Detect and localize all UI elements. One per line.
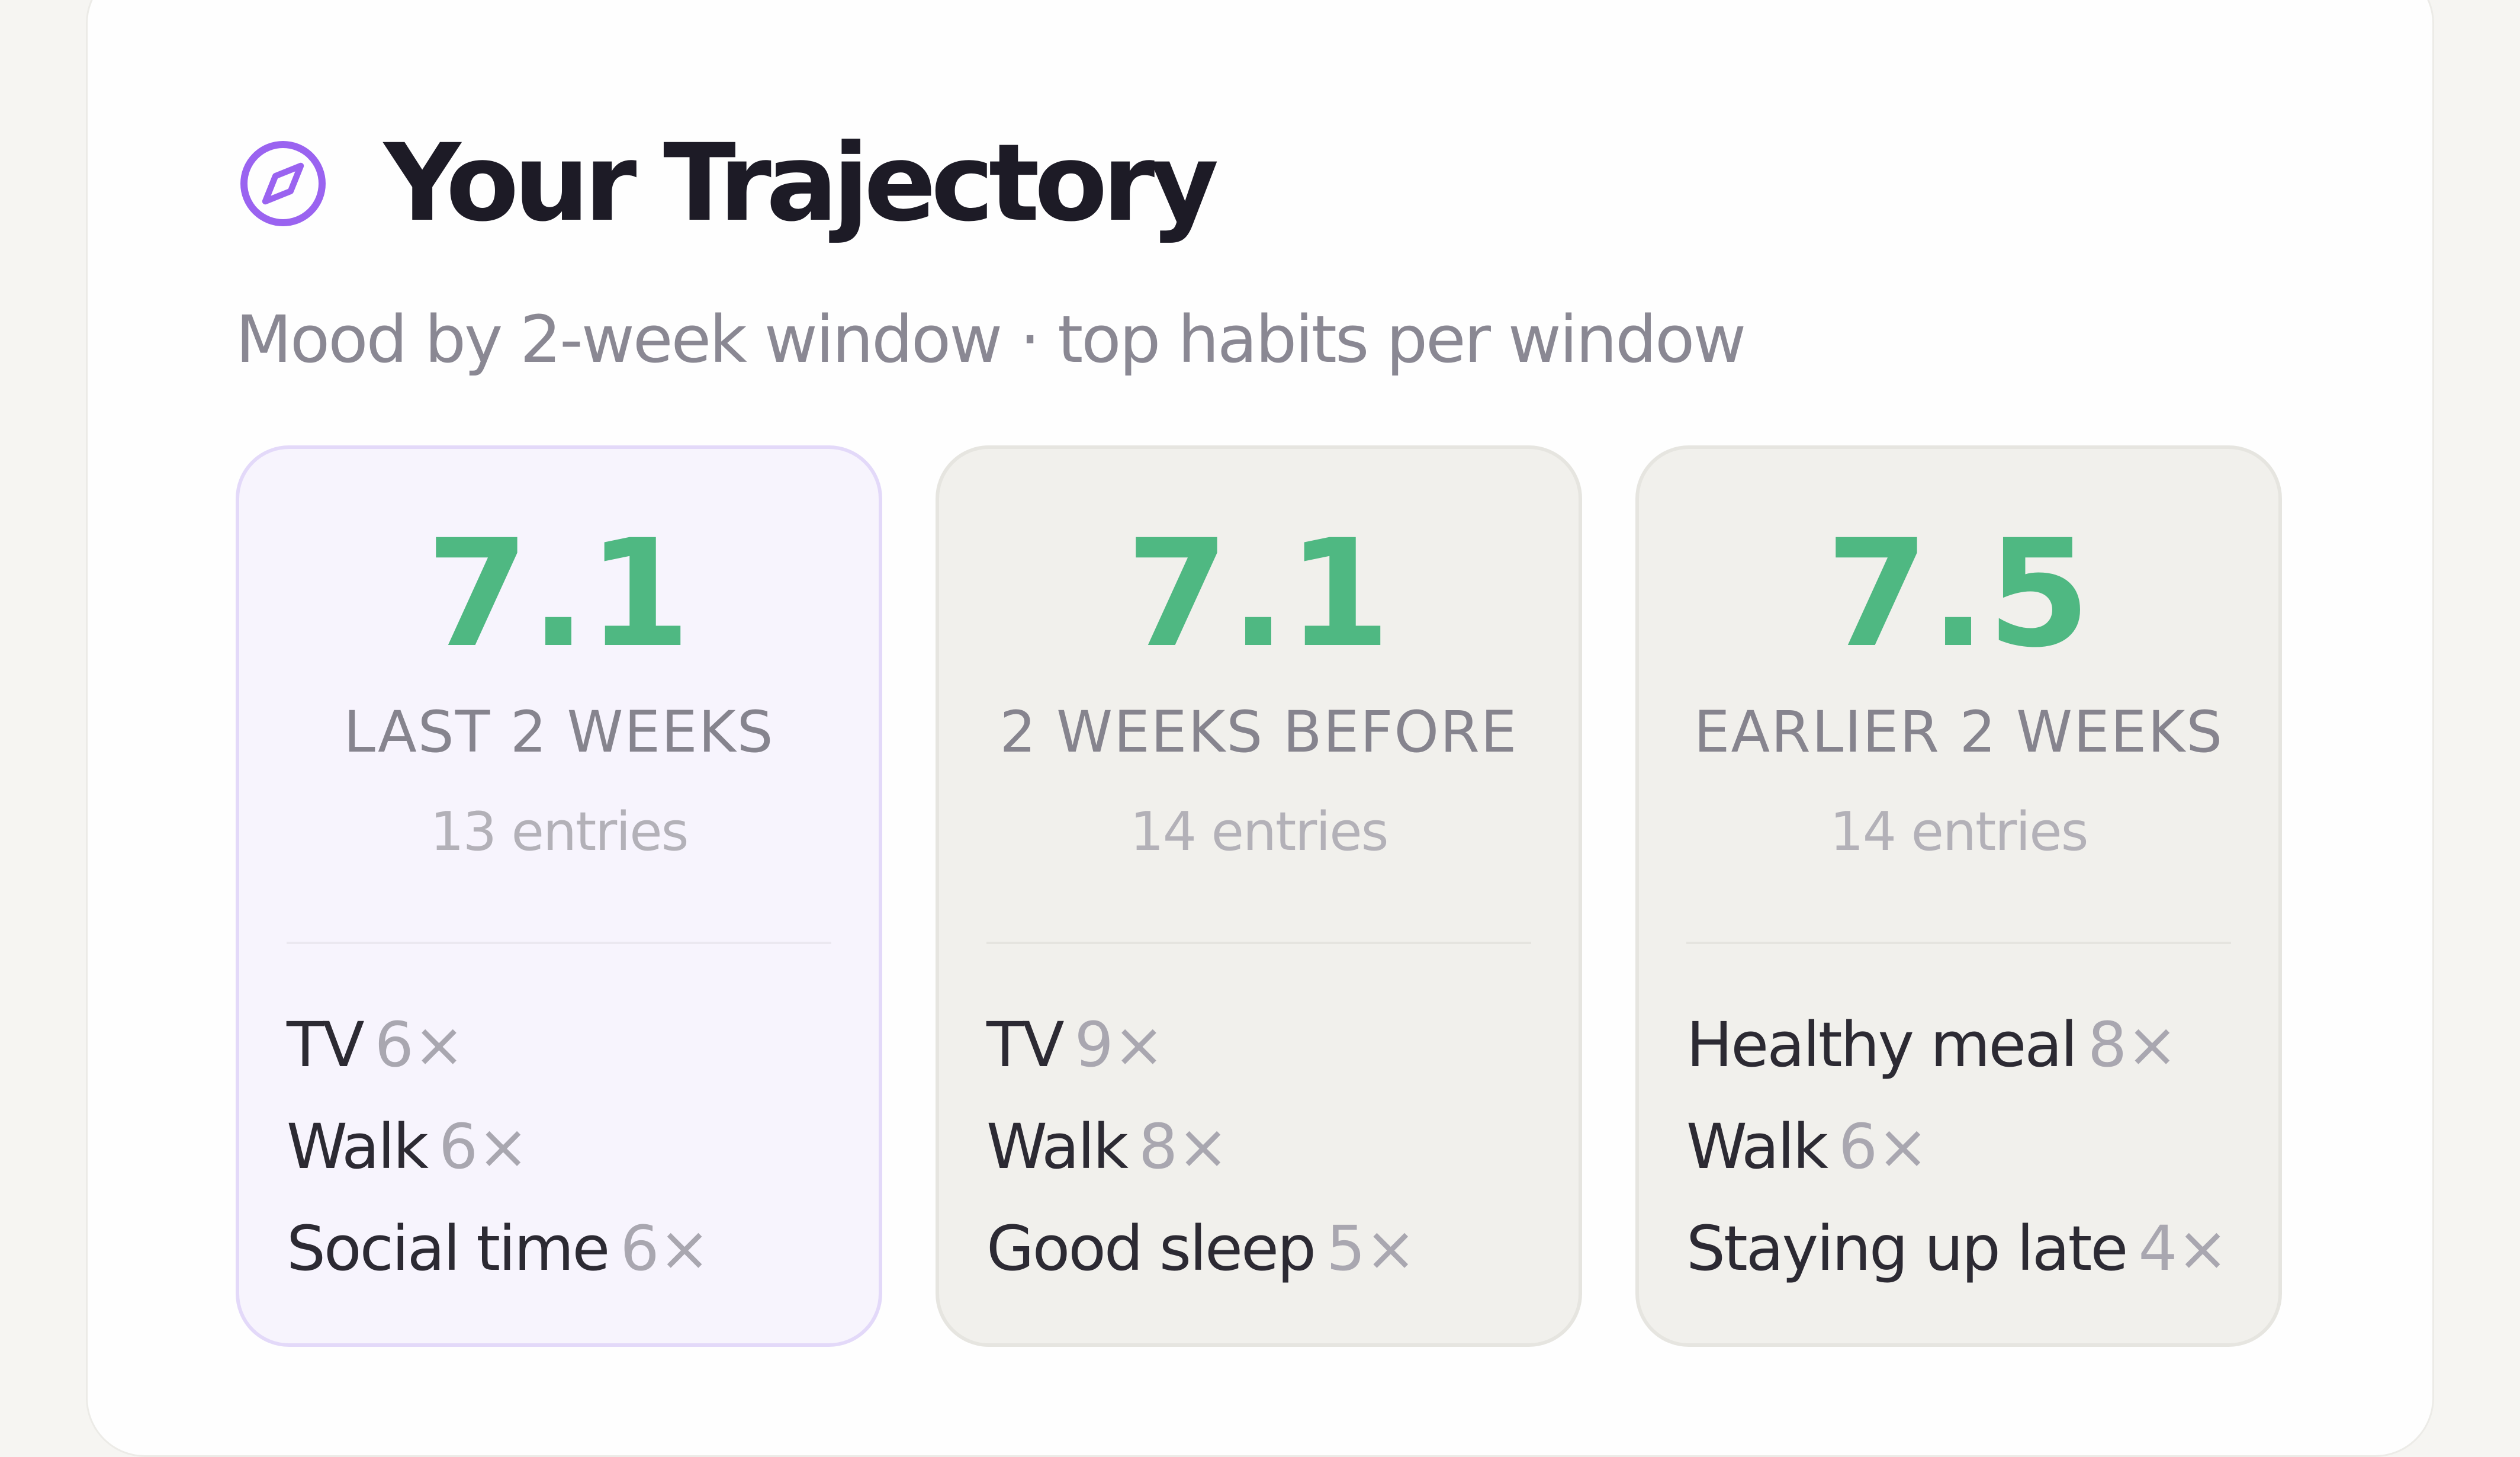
habit-item: TV 9×	[986, 994, 1416, 1096]
habit-item: Walk 8×	[986, 1096, 1416, 1198]
habit-item: TV 6×	[287, 994, 710, 1096]
habit-name: Walk	[287, 1111, 429, 1183]
habit-count: 6×	[1838, 1111, 1928, 1183]
habit-name: Staying up late	[1686, 1212, 2128, 1285]
divider	[287, 942, 831, 944]
habit-count: 8×	[1139, 1111, 1229, 1183]
mood-score: 7.1	[426, 508, 692, 680]
section-title: Your Trajectory	[384, 121, 1219, 245]
section-header: Your Trajectory	[236, 121, 1219, 245]
habit-count: 6×	[374, 1009, 465, 1081]
window-label: 2 WEEKS BEFORE	[999, 699, 1518, 765]
habit-count: 5×	[1326, 1212, 1416, 1285]
habit-item: Walk 6×	[287, 1096, 710, 1198]
trajectory-windows: 7.1 LAST 2 WEEKS 13 entries TV 6× Walk 6× …	[236, 445, 2282, 1347]
habit-name: Good sleep	[986, 1212, 1316, 1285]
habit-item: Good sleep 5×	[986, 1198, 1416, 1299]
entry-count: 13 entries	[430, 801, 689, 863]
habit-item: Staying up late 4×	[1686, 1198, 2229, 1299]
window-card-earlier-2-weeks[interactable]: 7.5 EARLIER 2 WEEKS 14 entries Healthy m…	[1635, 445, 2282, 1347]
compass-icon	[240, 141, 326, 226]
habit-count: 6×	[439, 1111, 529, 1183]
window-card-2-weeks-before[interactable]: 7.1 2 WEEKS BEFORE 14 entries TV 9× Walk 8…	[936, 445, 1582, 1347]
habit-name: TV	[287, 1009, 365, 1081]
habit-name: TV	[986, 1009, 1065, 1081]
habit-count: 8×	[2088, 1009, 2178, 1081]
entry-count: 14 entries	[1130, 801, 1388, 863]
window-label: LAST 2 WEEKS	[343, 699, 774, 765]
habit-name: Walk	[986, 1111, 1129, 1183]
entry-count: 14 entries	[1830, 801, 2088, 863]
mood-score: 7.5	[1825, 508, 2092, 680]
divider	[1686, 942, 2231, 944]
habit-item: Healthy meal 8×	[1686, 994, 2228, 1096]
divider	[986, 942, 1531, 944]
habit-count: 9×	[1074, 1009, 1165, 1081]
habit-name: Healthy meal	[1686, 1009, 2078, 1081]
habit-item: Social time 6×	[287, 1198, 711, 1299]
section-subtitle: Mood by 2-week window · top habits per w…	[236, 301, 1746, 377]
habit-item: Walk 6×	[1686, 1096, 2228, 1198]
habit-count: 4×	[2138, 1212, 2228, 1285]
top-habits-list: TV 9× Walk 8× Good sleep 5×	[986, 994, 1416, 1299]
window-card-last-2-weeks[interactable]: 7.1 LAST 2 WEEKS 13 entries TV 6× Walk 6× …	[236, 445, 882, 1347]
top-habits-list: Healthy meal 8× Walk 6× Staying up late 4×	[1686, 994, 2229, 1299]
mood-score: 7.1	[1126, 508, 1392, 680]
habit-count: 6×	[620, 1212, 710, 1285]
habit-name: Walk	[1686, 1111, 1828, 1183]
top-habits-list: TV 6× Walk 6× Social time 6×	[287, 994, 711, 1299]
habit-name: Social time	[287, 1212, 610, 1285]
window-label: EARLIER 2 WEEKS	[1693, 699, 2224, 765]
